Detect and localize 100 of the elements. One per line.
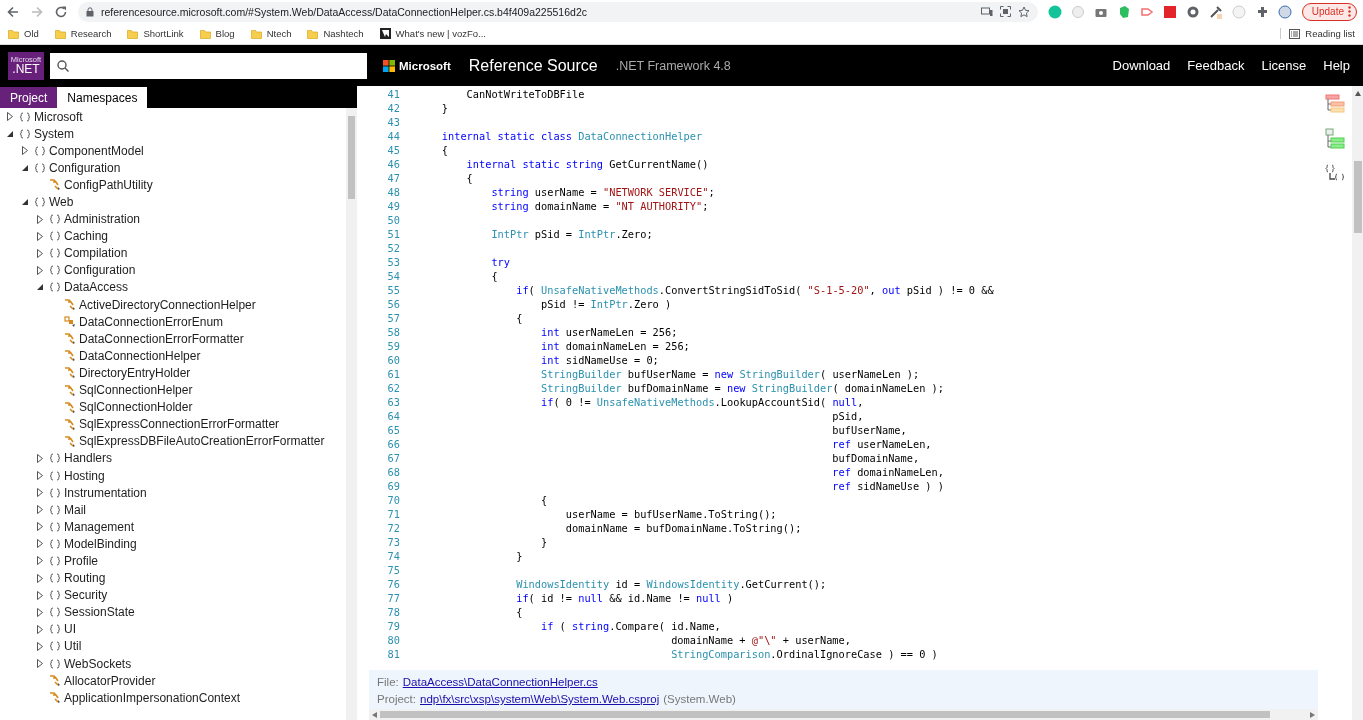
file-link[interactable]: DataAccess\DataConnectionHelper.cs xyxy=(402,676,598,688)
extension-icon[interactable] xyxy=(1208,4,1223,19)
tree-item[interactable]: SqlExpressDBFileAutoCreationErrorFormatter xyxy=(0,432,346,450)
project-link[interactable]: ndp\fx\src\xsp\system\Web\System.Web.csproj xyxy=(420,693,660,705)
tree-item[interactable]: UI xyxy=(0,620,346,638)
collapsed-arrow-icon[interactable] xyxy=(37,641,43,651)
tree-item[interactable]: Management xyxy=(0,518,346,536)
star-icon[interactable] xyxy=(1017,5,1030,18)
tree-item[interactable]: AllocatorProvider xyxy=(0,672,346,690)
tree-item[interactable]: ModelBinding xyxy=(0,535,346,553)
class-icon xyxy=(64,333,76,345)
tree-item[interactable]: DirectoryEntryHolder xyxy=(0,364,346,382)
collapsed-arrow-icon[interactable] xyxy=(37,471,43,480)
tree-item[interactable]: Hosting xyxy=(0,466,346,485)
tree-item[interactable]: DataAccess xyxy=(0,278,346,297)
extension-icon[interactable] xyxy=(1162,4,1177,19)
reading-list-button[interactable]: Reading list xyxy=(1280,28,1355,39)
collapsed-arrow-icon[interactable] xyxy=(37,659,43,669)
scrollbar[interactable] xyxy=(346,108,357,720)
collapsed-arrow-icon[interactable] xyxy=(37,505,43,515)
tree-item[interactable]: Caching xyxy=(0,227,346,245)
tree-item[interactable]: Configuration xyxy=(0,261,346,279)
tree-item[interactable]: System xyxy=(0,125,346,143)
bookmark[interactable]: What's new | vozFo... xyxy=(379,28,486,39)
tree-item[interactable]: WebSockets xyxy=(0,655,346,673)
tree-item[interactable]: Routing xyxy=(0,569,346,587)
tree-item[interactable]: SessionState xyxy=(0,603,346,621)
collapsed-arrow-icon[interactable] xyxy=(37,231,43,241)
collapsed-arrow-icon[interactable] xyxy=(37,265,43,275)
scrollbar-thumb[interactable] xyxy=(1353,161,1362,233)
nav-link[interactable]: Help xyxy=(1323,58,1350,73)
collapsed-arrow-icon[interactable] xyxy=(37,539,43,549)
collapsed-arrow-icon[interactable] xyxy=(37,214,43,224)
tree-item[interactable]: DataConnectionErrorFormatter xyxy=(0,330,346,348)
tree-item[interactable]: Profile xyxy=(0,552,346,570)
tree-item[interactable]: Microsoft xyxy=(0,108,346,126)
collapsed-arrow-icon[interactable] xyxy=(37,522,43,532)
tree-item[interactable]: Administration xyxy=(0,210,346,228)
bookmark[interactable]: Nashtech xyxy=(307,28,364,39)
tree-item[interactable]: DataConnectionHelper xyxy=(0,347,346,365)
tree-item[interactable]: SqlConnectionHelper xyxy=(0,381,346,399)
nav-link[interactable]: Feedback xyxy=(1187,58,1245,73)
address-bar[interactable]: referencesource.microsoft.com/#System.Web/DataAccess/DataConnectionHelper.cs.b4f409a225516d2c xyxy=(78,1,1038,22)
scrollbar-thumb[interactable] xyxy=(348,116,355,199)
collapsed-arrow-icon[interactable] xyxy=(22,146,28,156)
tree-item[interactable]: Configuration xyxy=(0,159,346,177)
collapsed-arrow-icon[interactable] xyxy=(37,624,43,634)
collapsed-arrow-icon[interactable] xyxy=(37,488,43,498)
tree-item[interactable]: ComponentModel xyxy=(0,142,346,160)
tree-item[interactable]: ActiveDirectoryConnectionHelper xyxy=(0,296,346,314)
bookmark[interactable]: Old xyxy=(8,28,39,39)
hierarchy-icon[interactable] xyxy=(1325,94,1345,114)
bookmark[interactable]: Ntech xyxy=(250,28,292,39)
expanded-arrow-icon[interactable] xyxy=(7,130,13,137)
braces-tree-icon[interactable] xyxy=(1325,164,1345,182)
qr-code-icon[interactable] xyxy=(999,6,1011,17)
collapsed-arrow-icon[interactable] xyxy=(37,556,43,566)
tree-item[interactable]: DataConnectionErrorEnum xyxy=(0,313,346,331)
horizontal-scrollbar[interactable] xyxy=(369,709,1318,720)
tree-item[interactable]: Web xyxy=(0,193,346,211)
tree-item[interactable]: Instrumentation xyxy=(0,484,346,502)
scrollbar[interactable] xyxy=(1352,86,1363,720)
expanded-arrow-icon[interactable] xyxy=(22,199,28,205)
search-field[interactable] xyxy=(50,52,367,79)
expanded-arrow-icon[interactable] xyxy=(22,164,28,171)
tree-item[interactable]: Mail xyxy=(0,501,346,519)
collapsed-arrow-icon[interactable] xyxy=(37,248,43,258)
tree-item[interactable]: ConfigPathUtility xyxy=(0,176,346,194)
update-button[interactable]: Update xyxy=(1301,2,1357,21)
collapsed-arrow-icon[interactable] xyxy=(37,590,43,600)
bookmark[interactable]: ShortLink xyxy=(127,28,184,39)
tree-item[interactable]: Compilation xyxy=(0,244,346,262)
bookmark[interactable]: Blog xyxy=(199,28,235,39)
tab[interactable]: Project xyxy=(0,87,58,108)
expanded-arrow-icon[interactable] xyxy=(37,284,43,291)
tree-item[interactable]: Util xyxy=(0,637,346,655)
tree-item[interactable]: ApplicationImpersonationContext xyxy=(0,689,346,707)
nav-link[interactable]: License xyxy=(1261,58,1307,73)
scrollbar-thumb[interactable] xyxy=(380,711,1270,718)
braces-icon xyxy=(50,470,60,481)
file-label: File: xyxy=(377,676,399,688)
line-number: 53 xyxy=(386,255,400,269)
collapsed-arrow-icon[interactable] xyxy=(37,607,43,617)
tree-item[interactable]: SqlExpressConnectionErrorFormatter xyxy=(0,415,346,433)
tree-item[interactable]: Handlers xyxy=(0,449,346,467)
devices-icon[interactable] xyxy=(980,6,993,17)
tab[interactable]: Namespaces xyxy=(57,87,148,108)
bookmark[interactable]: Research xyxy=(54,28,112,39)
nav-link[interactable]: Download xyxy=(1112,58,1171,73)
code-line: internal static class DataConnectionHelper xyxy=(440,129,703,143)
tree-item[interactable]: Security xyxy=(0,586,346,604)
extension-icon[interactable] xyxy=(1277,4,1292,19)
list-icon xyxy=(1289,28,1301,39)
back-arrow-icon[interactable] xyxy=(6,4,20,19)
reload-icon[interactable] xyxy=(54,4,68,19)
collapsed-arrow-icon[interactable] xyxy=(37,573,43,583)
extension-icon[interactable] xyxy=(1185,4,1200,19)
collapsed-arrow-icon[interactable] xyxy=(37,453,43,463)
tree-item[interactable]: SqlConnectionHolder xyxy=(0,398,346,416)
collapsed-arrow-icon[interactable] xyxy=(7,112,13,122)
